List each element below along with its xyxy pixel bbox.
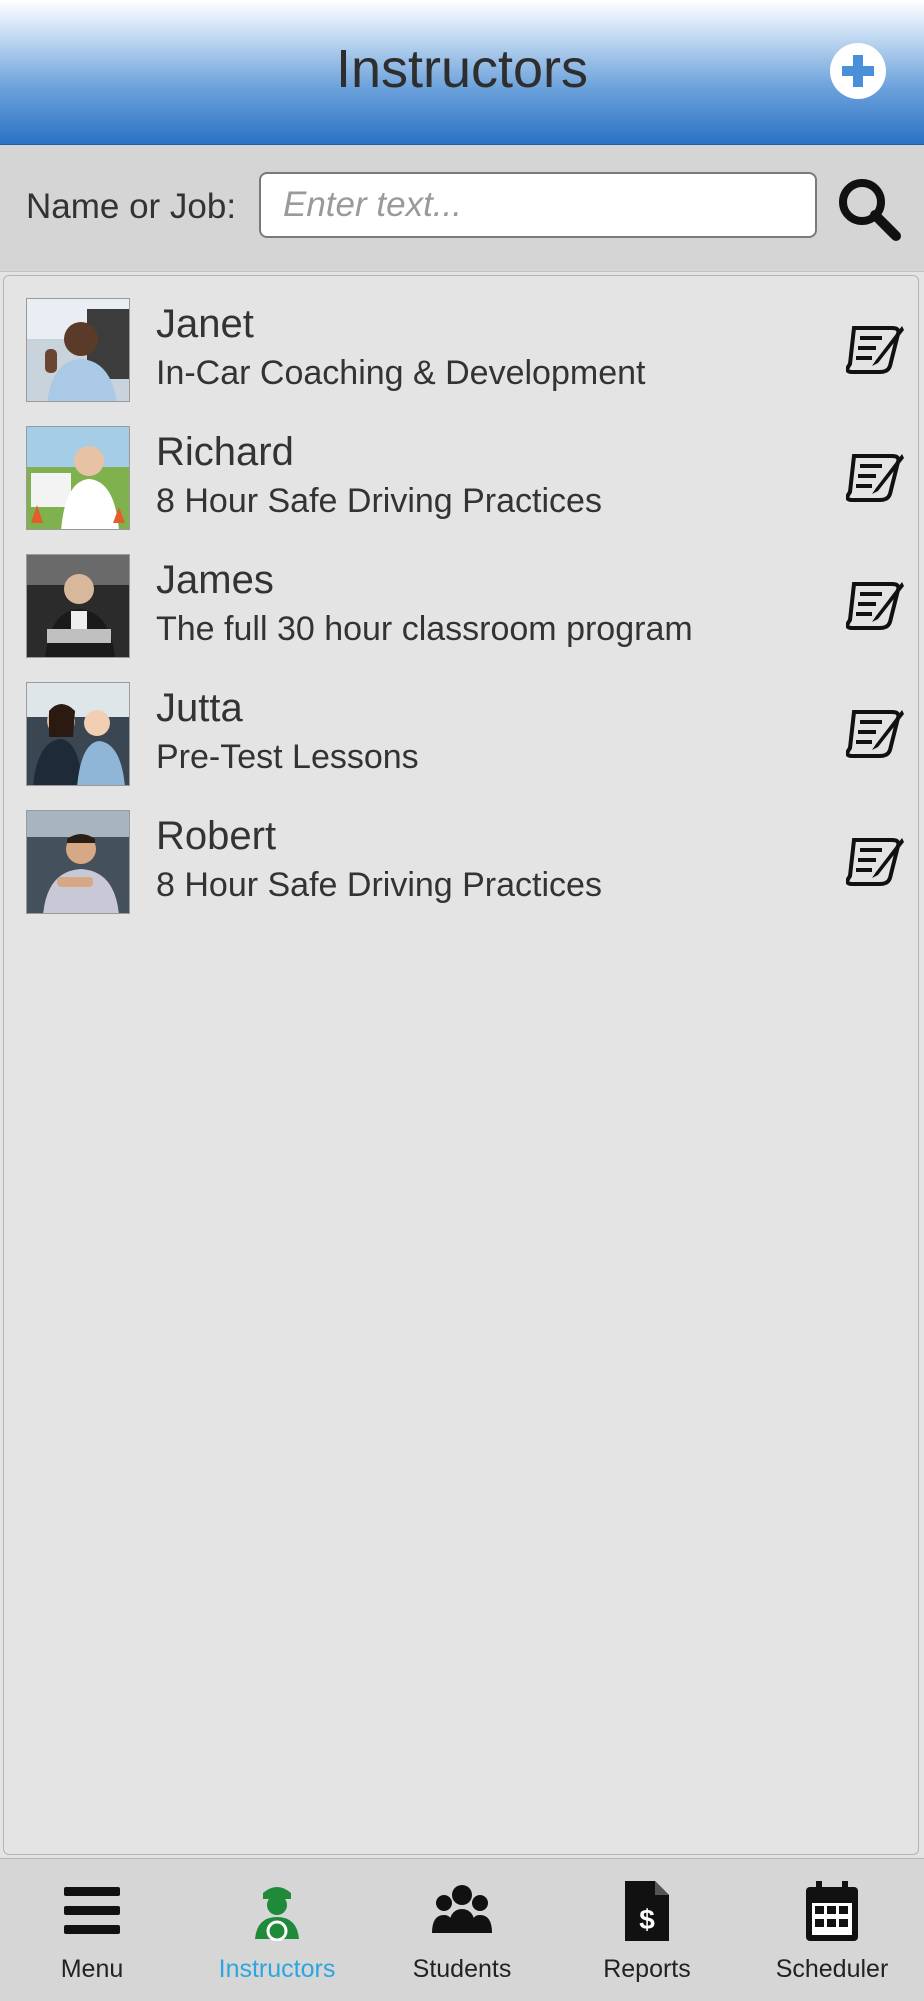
search-icon[interactable] [836,176,902,242]
instructor-job: Pre-Test Lessons [156,738,419,776]
calendar-icon [806,1881,858,1941]
hamburger-icon [64,1887,120,1934]
instructor-photo [26,298,130,402]
group-icon [432,1885,492,1933]
tab-students[interactable]: Students [370,1859,554,2001]
driver-icon [255,1887,299,1941]
tab-label: Students [412,1955,512,1983]
instructor-job: 8 Hour Safe Driving Practices [156,482,602,520]
list-item[interactable]: James The full 30 hour classroom program [26,554,906,658]
edit-icon[interactable] [846,832,906,890]
instructor-job: 8 Hour Safe Driving Practices [156,866,602,904]
edit-icon[interactable] [846,448,906,506]
list-item[interactable]: Richard 8 Hour Safe Driving Practices [26,426,906,530]
page-title: Instructors [335,39,589,99]
list-item[interactable]: Robert 8 Hour Safe Driving Practices [26,810,906,914]
edit-icon[interactable] [846,576,906,634]
add-instructor-button[interactable] [830,43,886,99]
search-input[interactable] [259,172,817,238]
list-item[interactable]: Janet In-Car Coaching & Development [26,298,906,402]
tab-label: Scheduler [775,1955,889,1983]
instructor-job: The full 30 hour classroom program [156,610,693,648]
instructor-list: Janet In-Car Coaching & Development Rich… [3,275,919,1855]
tab-instructors[interactable]: Instructors [185,1859,369,2001]
invoice-icon: $ [625,1881,669,1941]
edit-icon[interactable] [846,320,906,378]
tab-label: Reports [603,1955,691,1983]
edit-icon[interactable] [846,704,906,762]
instructor-photo [26,682,130,786]
tab-label: Instructors [218,1955,336,1983]
tab-scheduler[interactable]: Scheduler [740,1859,924,2001]
instructor-name: Jutta [156,686,243,730]
instructor-name: Janet [156,302,254,346]
app-header: Instructors [0,0,924,145]
tab-label: Menu [60,1955,124,1983]
tab-reports[interactable]: $ Reports [555,1859,739,2001]
bottom-tab-bar: Menu Instructors Students $ Reports Sche… [0,1858,924,2001]
instructor-photo [26,554,130,658]
svg-text:$: $ [639,1904,655,1935]
search-label: Name or Job: [26,187,237,226]
tab-menu[interactable]: Menu [0,1859,184,2001]
instructor-name: Richard [156,430,294,474]
instructor-job: In-Car Coaching & Development [156,354,646,392]
instructor-photo [26,426,130,530]
list-item[interactable]: Jutta Pre-Test Lessons [26,682,906,786]
instructor-name: Robert [156,814,277,858]
instructor-name: James [156,558,274,602]
search-bar: Name or Job: [0,145,924,272]
instructor-photo [26,810,130,914]
